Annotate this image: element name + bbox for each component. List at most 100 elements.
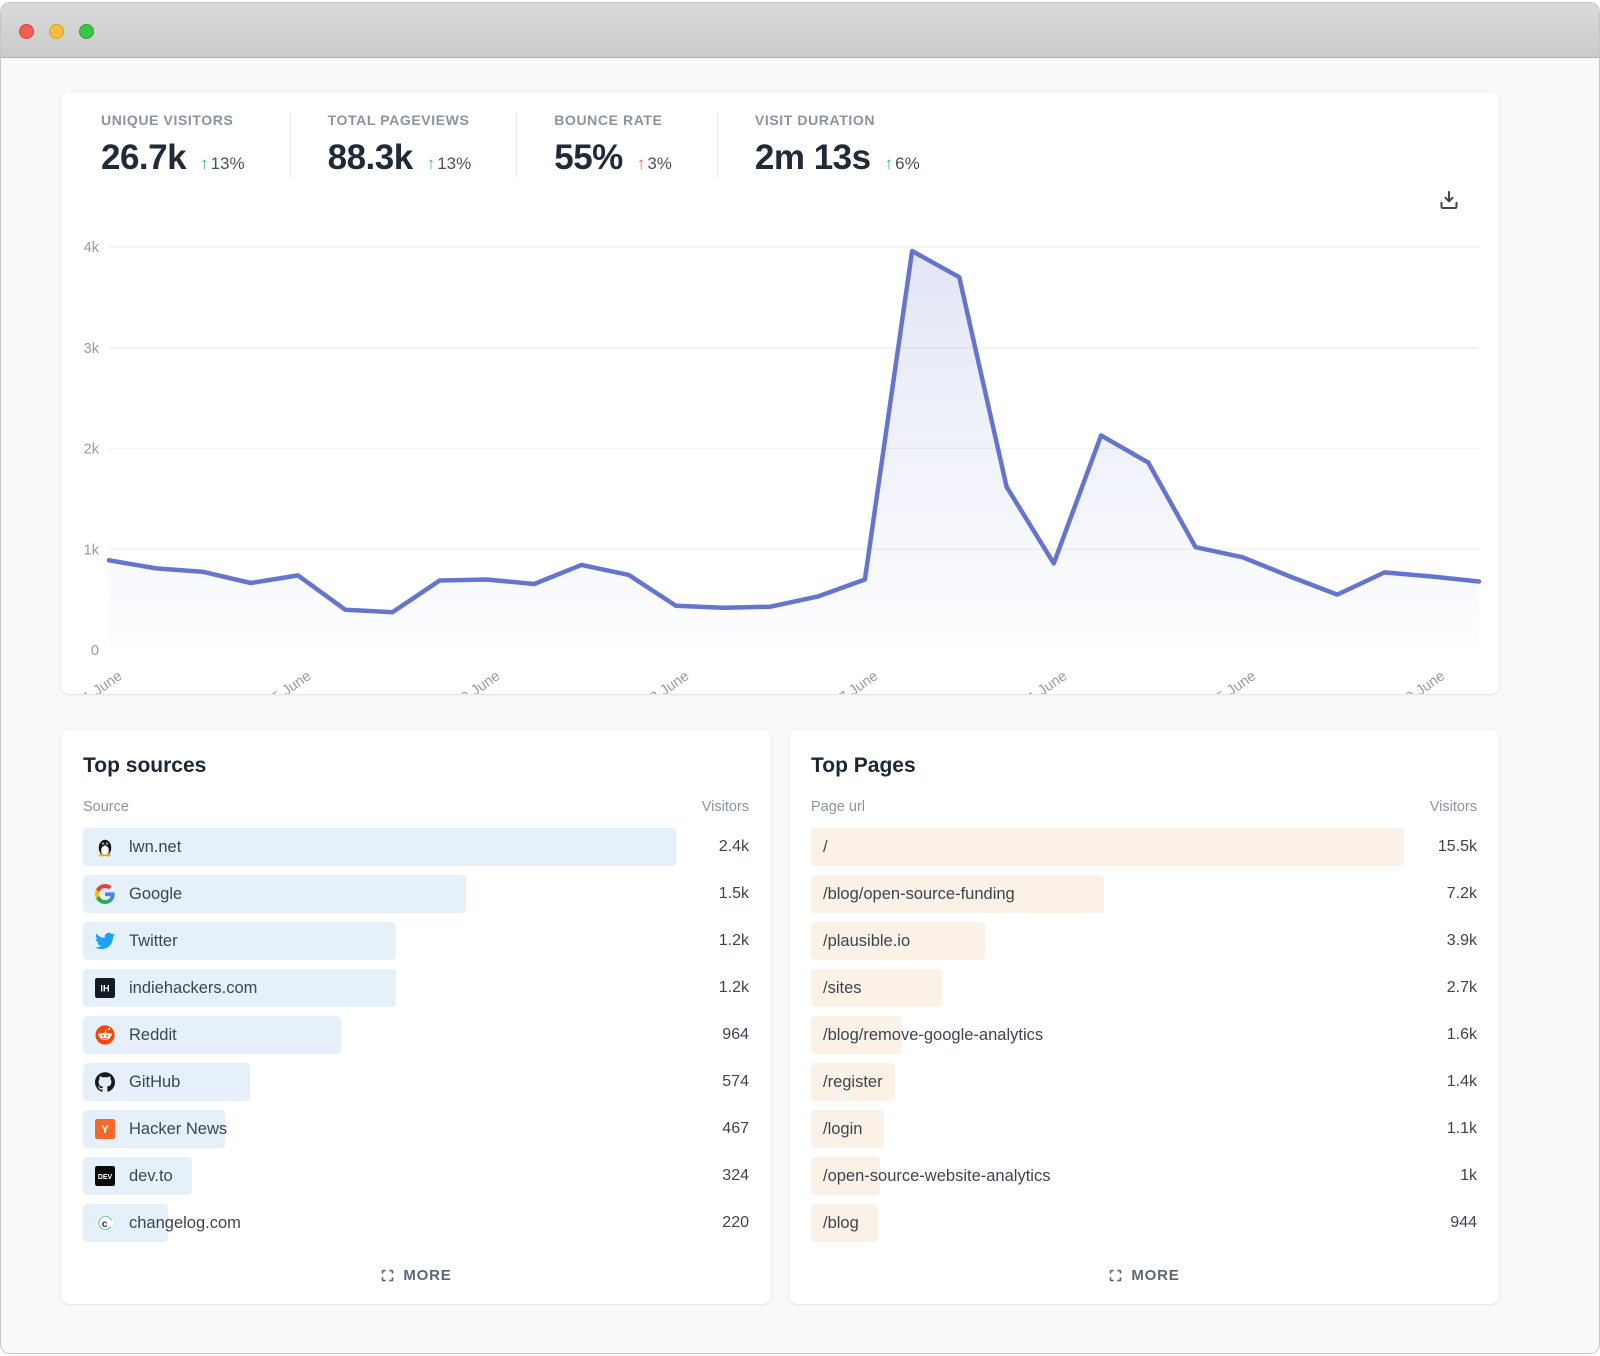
page-row[interactable]: /sites 2.7k bbox=[811, 969, 1477, 1007]
source-row[interactable]: c changelog.com 220 bbox=[83, 1204, 749, 1242]
y-axis-tick-label: 3k bbox=[84, 341, 100, 357]
x-axis-tick-label: 9 June bbox=[458, 668, 503, 694]
up-arrow-icon: ↑ bbox=[200, 154, 209, 173]
row-visitors-value: 1.1k bbox=[1446, 1120, 1477, 1137]
top-sources-title: Top sources bbox=[83, 754, 207, 777]
source-row[interactable]: Twitter 1.2k bbox=[83, 922, 749, 960]
dashboard-page: UNIQUE VISITORS 26.7k ↑ 13% TOTAL PAGEVIE… bbox=[1, 59, 1599, 1353]
row-label: Google bbox=[129, 884, 183, 903]
source-row[interactable]: Google 1.5k bbox=[83, 875, 749, 913]
hackernews-favicon-icon: Y bbox=[95, 1119, 115, 1139]
github-favicon-icon bbox=[95, 1072, 115, 1092]
page-row[interactable]: / 15.5k bbox=[811, 828, 1477, 866]
top-sources-card: Top sources Source Visitors lwn.net 2.4k G… bbox=[61, 730, 771, 1304]
page-url-column-header: Page url bbox=[811, 799, 866, 815]
row-visitors-value: 3.9k bbox=[1446, 932, 1477, 949]
zoom-window-button[interactable] bbox=[79, 24, 94, 39]
page-row[interactable]: /blog 944 bbox=[811, 1204, 1477, 1242]
row-label: /register bbox=[823, 1072, 883, 1091]
stat-label: UNIQUE VISITORS bbox=[101, 112, 234, 128]
stat-value: 55% bbox=[554, 138, 623, 177]
browser-window: UNIQUE VISITORS 26.7k ↑ 13% TOTAL PAGEVIE… bbox=[0, 2, 1600, 1354]
page-row[interactable]: /register 1.4k bbox=[811, 1063, 1477, 1101]
y-axis-tick-label: 2k bbox=[84, 442, 100, 458]
more-label: MORE bbox=[403, 1267, 452, 1284]
row-visitors-value: 7.2k bbox=[1446, 885, 1477, 902]
stat-change: 6% bbox=[895, 154, 920, 173]
row-visitors-value: 1.6k bbox=[1446, 1026, 1477, 1043]
page-row[interactable]: /blog/open-source-funding 7.2k bbox=[811, 875, 1477, 913]
top-pages-card: Top Pages Page url Visitors /15.5k/blog/… bbox=[789, 730, 1499, 1304]
source-row[interactable]: IH indiehackers.com 1.2k bbox=[83, 969, 749, 1007]
up-arrow-icon: ↑ bbox=[636, 154, 646, 173]
visitors-column-header: Visitors bbox=[1429, 799, 1477, 815]
row-label: GitHub bbox=[129, 1072, 181, 1091]
google-favicon-icon bbox=[95, 884, 115, 904]
row-label: /plausible.io bbox=[823, 931, 911, 950]
top-pages-title: Top Pages bbox=[811, 754, 916, 777]
row-visitors-value: 1.2k bbox=[718, 932, 749, 949]
row-label: Twitter bbox=[129, 931, 178, 950]
row-label: /blog bbox=[823, 1213, 859, 1232]
more-label: MORE bbox=[1131, 1267, 1180, 1284]
expand-icon bbox=[1110, 1269, 1122, 1282]
pages-more-button[interactable]: MORE bbox=[1084, 1267, 1204, 1284]
page-row[interactable]: /open-source-website-analytics 1k bbox=[811, 1157, 1477, 1195]
stat-value: 88.3k bbox=[327, 138, 414, 177]
top-pages-list: / 15.5k/blog/open-source-funding 7.2k/plau… bbox=[811, 828, 1477, 1242]
svg-text:DEV: DEV bbox=[98, 1174, 113, 1181]
y-axis-tick-label: 4k bbox=[84, 240, 100, 256]
source-row[interactable]: GitHub 574 bbox=[83, 1063, 749, 1101]
svg-text:Y: Y bbox=[101, 1124, 109, 1136]
x-axis-tick-label: 29 June bbox=[1397, 668, 1448, 694]
row-label: indiehackers.com bbox=[129, 978, 258, 997]
stat-change: 13% bbox=[437, 154, 472, 173]
row-label: dev.to bbox=[129, 1166, 173, 1185]
close-window-button[interactable] bbox=[19, 24, 34, 39]
up-arrow-icon: ↑ bbox=[884, 154, 894, 173]
stat-unique-visitors: UNIQUE VISITORS 26.7k ↑ 13% bbox=[101, 112, 290, 178]
row-label: /blog/remove-google-analytics bbox=[823, 1025, 1044, 1044]
stat-value: 26.7k bbox=[101, 138, 187, 177]
row-visitors-value: 944 bbox=[1450, 1214, 1477, 1231]
row-label: Reddit bbox=[129, 1025, 177, 1044]
visitors-area-chart[interactable]: 0 1k 2k 3k 4k 1 June 5 June 9 June 13 June 17 Jun… bbox=[61, 92, 1499, 711]
visitors-chart-card: UNIQUE VISITORS 26.7k ↑ 13% TOTAL PAGEVIE… bbox=[61, 92, 1499, 711]
row-label: /sites bbox=[823, 978, 862, 997]
source-row[interactable]: DEV dev.to 324 bbox=[83, 1157, 749, 1195]
page-row[interactable]: /plausible.io 3.9k bbox=[811, 922, 1477, 960]
minimize-window-button[interactable] bbox=[49, 24, 64, 39]
reddit-favicon-icon bbox=[95, 1025, 115, 1045]
expand-icon bbox=[382, 1269, 394, 1282]
source-row[interactable]: Reddit 964 bbox=[83, 1016, 749, 1054]
stat-bounce-rate: BOUNCE RATE 55% ↑ 3% bbox=[516, 112, 717, 178]
window-titlebar bbox=[1, 3, 1599, 58]
visitors-line bbox=[106, 248, 1482, 615]
row-label: /login bbox=[823, 1119, 863, 1138]
stat-label: BOUNCE RATE bbox=[554, 112, 663, 128]
stat-label: VISIT DURATION bbox=[754, 112, 876, 128]
x-axis-tick-label: 13 June bbox=[641, 668, 692, 694]
page-row[interactable]: /blog/remove-google-analytics 1.6k bbox=[811, 1016, 1477, 1054]
devto-favicon-icon: DEV bbox=[95, 1166, 115, 1186]
changelog-favicon-icon: c bbox=[95, 1213, 115, 1233]
stat-change: 13% bbox=[210, 154, 245, 173]
source-row[interactable]: lwn.net 2.4k bbox=[83, 828, 749, 866]
row-visitors-value: 1.5k bbox=[718, 885, 749, 902]
row-visitors-value: 1.4k bbox=[1446, 1073, 1477, 1090]
svg-text:c: c bbox=[102, 1219, 108, 1230]
x-axis-tick-label: 1 June bbox=[80, 668, 125, 694]
traffic-lights bbox=[19, 24, 94, 39]
download-export-icon[interactable] bbox=[1437, 188, 1461, 212]
row-visitors-value: 574 bbox=[722, 1073, 749, 1090]
top-stats-row: UNIQUE VISITORS 26.7k ↑ 13% TOTAL PAGEVIE… bbox=[101, 112, 965, 178]
row-label: /open-source-website-analytics bbox=[823, 1166, 1051, 1185]
y-axis-tick-label: 1k bbox=[84, 542, 100, 558]
sources-more-button[interactable]: MORE bbox=[356, 1267, 476, 1284]
visitors-column-header: Visitors bbox=[701, 799, 749, 815]
page-row[interactable]: /login 1.1k bbox=[811, 1110, 1477, 1148]
row-visitors-value: 1k bbox=[1460, 1167, 1477, 1184]
x-axis-tick-label: 25 June bbox=[1208, 668, 1259, 694]
source-row[interactable]: Y Hacker News 467 bbox=[83, 1110, 749, 1148]
top-sources-list: lwn.net 2.4k Google 1.5k Twitter 1.2k IH indieh… bbox=[83, 828, 749, 1242]
